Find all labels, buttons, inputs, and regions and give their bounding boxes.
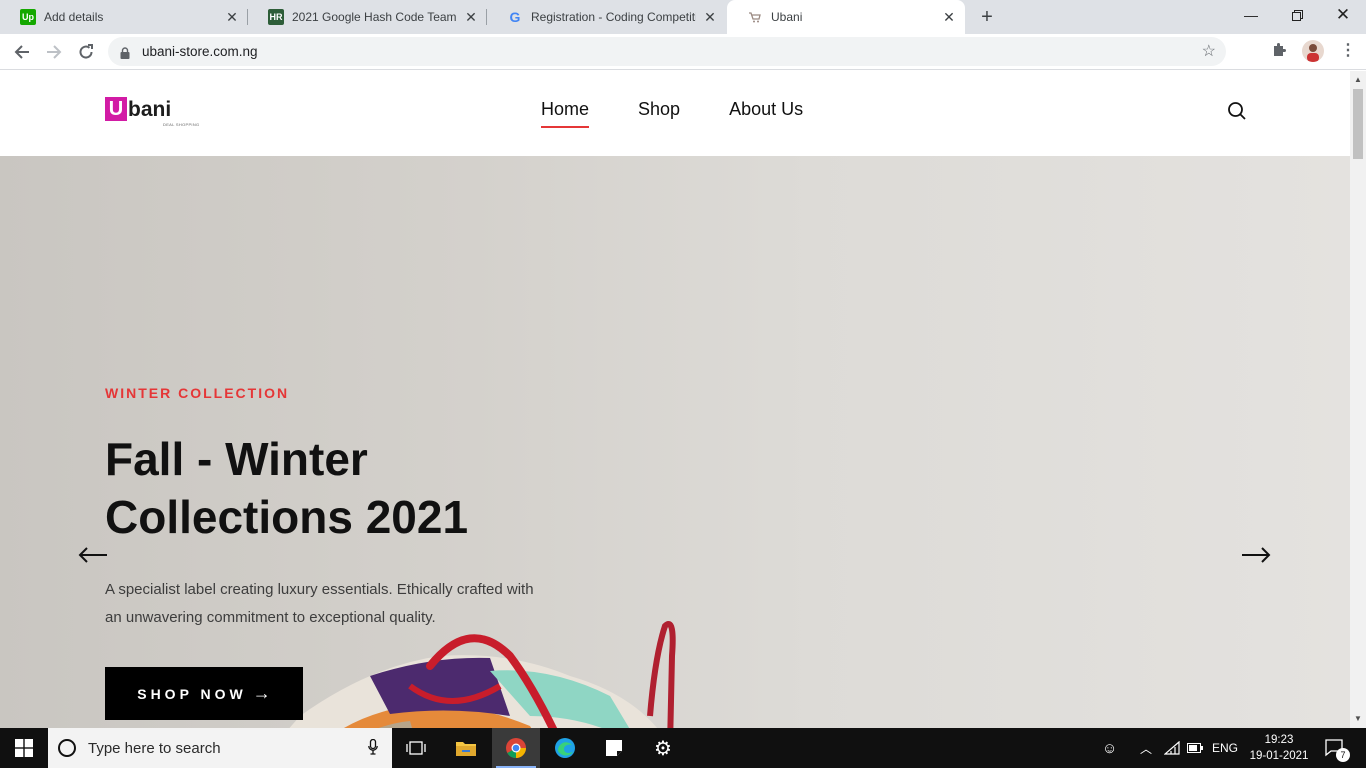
ubani-logo[interactable]: U bani DEAL SHOPPING <box>105 97 199 127</box>
show-hidden-icons-chevron-icon[interactable]: ︿ <box>1140 728 1152 768</box>
site-header: U bani DEAL SHOPPING Home Shop About Us <box>0 71 1350 156</box>
forward-arrow-icon <box>47 45 62 59</box>
chrome-taskbar-icon[interactable] <box>492 728 540 768</box>
upwork-icon: Up <box>20 9 36 25</box>
scrollbar-thumb[interactable] <box>1353 89 1363 159</box>
hero-title: Fall - Winter Collections 2021 <box>105 433 469 543</box>
file-explorer-icon[interactable] <box>442 728 490 768</box>
windows-start-button[interactable] <box>0 728 48 768</box>
logo-letter: U <box>105 97 127 121</box>
tab-title: Add details <box>44 10 104 24</box>
bookmark-star-icon[interactable]: ☆ <box>1202 41 1216 61</box>
task-view-icon[interactable] <box>392 728 440 768</box>
logo-text: bani <box>128 98 172 121</box>
restore-icon <box>1291 9 1303 21</box>
reload-button[interactable] <box>72 38 100 66</box>
page-scrollbar[interactable]: ▲ ▼ <box>1350 71 1366 728</box>
tab-ubani[interactable]: Ubani ✕ <box>727 0 965 34</box>
notification-count-badge: 7 <box>1336 748 1350 762</box>
people-icon[interactable]: ☺ <box>1102 728 1117 768</box>
browser-toolbar: ubani-store.com.ng ☆ ⋮ <box>0 34 1366 70</box>
close-tab-icon[interactable]: ✕ <box>702 9 718 25</box>
close-tab-icon[interactable]: ✕ <box>224 9 240 25</box>
close-tab-icon[interactable]: ✕ <box>463 9 479 25</box>
extensions-puzzle-icon[interactable] <box>1271 42 1287 61</box>
cart-icon <box>747 9 763 25</box>
hero-kicker: WINTER COLLECTION <box>105 385 290 401</box>
hackerrank-icon: HR <box>268 9 284 25</box>
edge-icon[interactable] <box>541 728 589 768</box>
language-indicator[interactable]: ENG <box>1212 728 1238 768</box>
back-button[interactable] <box>8 38 36 66</box>
reload-icon <box>79 44 93 59</box>
hero-description: A specialist label creating luxury essen… <box>105 581 534 626</box>
nav-shop[interactable]: Shop <box>638 99 680 128</box>
profile-avatar[interactable] <box>1302 40 1324 62</box>
nav-about-us[interactable]: About Us <box>729 99 803 128</box>
search-icon[interactable] <box>1227 101 1247 121</box>
tab-add-details[interactable]: Up Add details ✕ <box>0 0 248 34</box>
new-tab-button[interactable]: + <box>975 5 999 29</box>
windows-taskbar: Type here to search ⚙ ☺ ︿ ENG 19:23 19-0… <box>0 728 1366 768</box>
cortana-icon <box>58 739 76 757</box>
battery-icon[interactable] <box>1187 728 1203 768</box>
close-window-button[interactable]: ✕ <box>1320 0 1366 30</box>
slider-prev-arrow-icon[interactable] <box>78 539 108 571</box>
close-tab-icon[interactable]: ✕ <box>941 9 957 25</box>
tab-title: Ubani <box>771 10 803 24</box>
main-navigation: Home Shop About Us <box>541 99 852 128</box>
restore-button[interactable] <box>1274 0 1320 30</box>
tab-hash-code[interactable]: HR 2021 Google Hash Code Team-Bu ✕ <box>248 0 487 34</box>
forward-button[interactable] <box>40 38 68 66</box>
wifi-icon[interactable] <box>1164 728 1180 768</box>
nav-home[interactable]: Home <box>541 99 590 128</box>
windows-logo-icon <box>15 739 33 757</box>
slider-next-arrow-icon[interactable] <box>1241 539 1271 571</box>
taskbar-search-box[interactable]: Type here to search <box>48 728 392 768</box>
tab-title: Registration - Coding Competitio <box>531 10 696 24</box>
clock-date: 19-01-2021 <box>1249 750 1309 762</box>
arrow-right-icon: → <box>252 683 271 703</box>
url-text: ubani-store.com.ng <box>142 44 258 59</box>
chrome-menu-icon[interactable]: ⋮ <box>1340 40 1356 60</box>
sticky-notes-icon[interactable] <box>590 728 638 768</box>
web-page: U bani DEAL SHOPPING Home Shop About Us … <box>0 71 1350 728</box>
tab-registration[interactable]: G Registration - Coding Competitio ✕ <box>487 0 726 34</box>
google-icon: G <box>509 9 521 25</box>
minimize-button[interactable]: — <box>1228 0 1274 30</box>
address-bar[interactable]: ubani-store.com.ng ☆ <box>108 37 1226 66</box>
system-clock[interactable]: 19:23 19-01-2021 <box>1247 732 1311 764</box>
hero-banner: WINTER COLLECTION Fall - Winter Collecti… <box>0 156 1350 728</box>
clock-time: 19:23 <box>1264 734 1294 746</box>
notification-center-icon[interactable]: 7 <box>1325 728 1350 768</box>
logo-tagline: DEAL SHOPPING <box>163 122 200 127</box>
scroll-down-arrow-icon[interactable]: ▼ <box>1354 714 1362 723</box>
tab-title: 2021 Google Hash Code Team-Bu <box>292 10 457 24</box>
lock-icon <box>120 46 130 59</box>
shop-now-label: SHOP NOW <box>137 685 247 702</box>
microphone-icon[interactable] <box>368 738 378 759</box>
shop-now-button[interactable]: SHOP NOW → <box>105 667 303 720</box>
browser-tab-strip: Up Add details ✕ HR 2021 Google Hash Cod… <box>0 0 1366 34</box>
back-arrow-icon <box>14 45 29 59</box>
settings-gear-icon[interactable]: ⚙ <box>639 728 687 768</box>
scroll-up-arrow-icon[interactable]: ▲ <box>1354 75 1362 84</box>
search-placeholder: Type here to search <box>88 739 221 757</box>
